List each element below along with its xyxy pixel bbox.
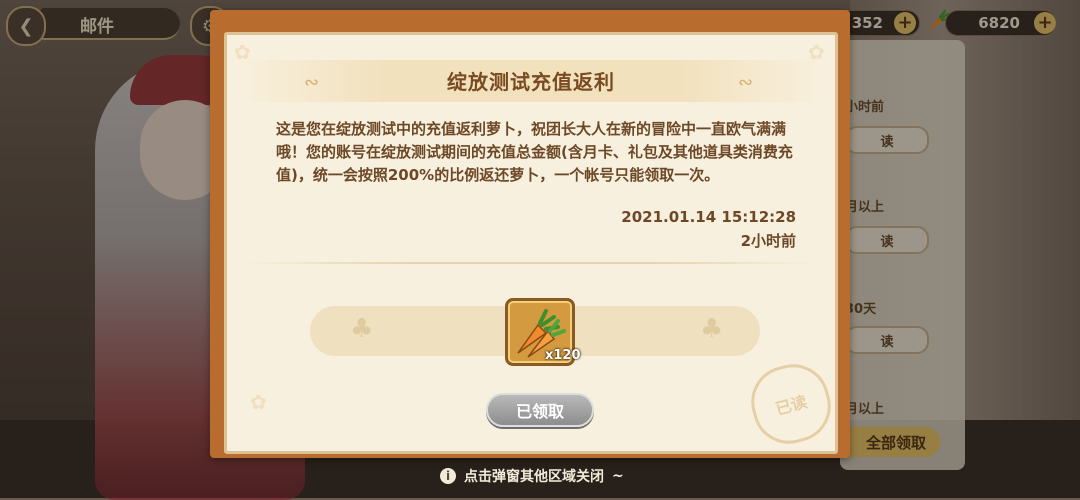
info-icon: i	[440, 468, 456, 484]
tilde-icon: ~	[612, 468, 624, 484]
clover-icon: ♣	[350, 314, 374, 344]
mail-body: 这是您在绽放测试中的充值返利萝卜，祝团长大人在新的冒险中一直欧气满满哦！您的账号…	[276, 120, 793, 184]
clover-icon: ♣	[700, 314, 724, 344]
corner-flower-icon: ✿	[250, 390, 267, 414]
close-hint: i 点击弹窗其他区域关闭 ~	[440, 466, 624, 486]
close-hint-text: 点击弹窗其他区域关闭	[464, 469, 604, 485]
mail-time-ago: 2小时前	[740, 232, 796, 250]
reward-quantity: x120	[545, 348, 581, 363]
divider	[240, 262, 820, 264]
dialog-title: 绽放测试充值返利	[447, 70, 615, 94]
mail-date: 2021.01.14 15:12:28	[621, 208, 796, 226]
claimed-button[interactable]: 已领取	[486, 393, 594, 427]
